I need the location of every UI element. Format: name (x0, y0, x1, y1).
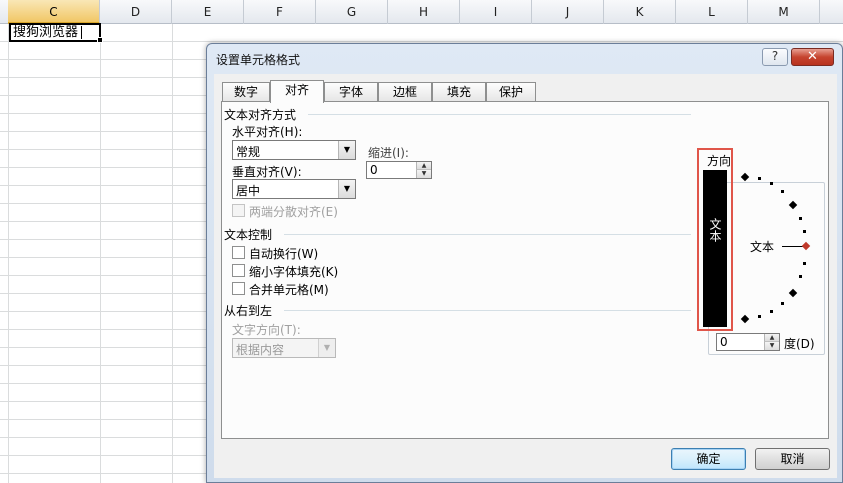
column-header-e[interactable]: E (172, 0, 244, 24)
vertical-align-label: 垂直对齐(V): (232, 165, 302, 179)
spin-up-icon[interactable]: ▲ (764, 334, 779, 342)
dial-dot (770, 310, 773, 313)
chevron-down-icon[interactable]: ▼ (338, 180, 355, 198)
spin-down-icon[interactable]: ▼ (764, 342, 779, 350)
degree-spinner[interactable]: 0 ▲ ▼ (716, 333, 780, 351)
chevron-down-icon[interactable]: ▼ (338, 141, 355, 159)
dial-dot (799, 275, 802, 278)
dial-dot (770, 182, 773, 185)
grid-line (172, 24, 173, 483)
chevron-down-icon[interactable]: ▼ (318, 339, 335, 357)
dial-marker (740, 172, 750, 182)
ok-button[interactable]: 确定 (671, 448, 746, 470)
spin-down-icon[interactable]: ▼ (416, 170, 431, 178)
dialog-title: 设置单元格格式 (216, 53, 301, 67)
help-button[interactable]: ? (762, 48, 788, 66)
indent-value: 0 (370, 163, 378, 177)
tab-font[interactable]: 字体 (324, 82, 378, 101)
column-header-i[interactable]: I (460, 0, 532, 24)
vertical-text-button[interactable]: 文本 (703, 170, 727, 327)
group-divider (284, 234, 691, 235)
tab-number[interactable]: 数字 (222, 82, 270, 101)
grid-line (100, 24, 101, 483)
group-text-control: 文本控制 (224, 228, 273, 242)
dial-dot (781, 190, 784, 193)
column-header-j[interactable]: J (532, 0, 604, 24)
grid-line (8, 24, 9, 483)
merge-cells-label: 合并单元格(M) (249, 283, 329, 297)
distributed-label: 两端分散对齐(E) (249, 205, 338, 219)
horizontal-align-label: 水平对齐(H): (232, 125, 303, 139)
dial-handle[interactable] (801, 241, 811, 251)
orientation-highlight: 方向 文本 (697, 148, 733, 331)
text-cursor (81, 26, 83, 39)
title-bar[interactable]: 设置单元格格式 ? ✕ (207, 44, 842, 72)
active-cell-c1[interactable]: 搜狗浏览器 (9, 23, 101, 42)
dial-dot (781, 302, 784, 305)
group-right-to-left: 从右到左 (224, 304, 273, 318)
dialog-client: 数字 对齐 字体 边框 填充 保护 文本对齐方式 水平对齐(H): 常规 ▼ 缩… (214, 74, 837, 478)
wrap-text-label: 自动换行(W) (249, 247, 319, 261)
group-divider (308, 114, 691, 115)
fill-handle[interactable] (97, 37, 103, 43)
text-direction-value: 根据内容 (236, 343, 285, 357)
degree-label: 度(D) (784, 337, 815, 351)
wrap-text-checkbox[interactable] (232, 246, 245, 259)
vertical-text-value: 文本 (708, 218, 722, 242)
dial-dot (799, 217, 802, 220)
degree-value: 0 (720, 335, 728, 349)
indent-label: 缩进(I): (368, 146, 409, 160)
horizontal-align-select[interactable]: 常规 ▼ (232, 140, 356, 160)
column-header-c[interactable]: C (8, 0, 100, 24)
alignment-panel: 文本对齐方式 水平对齐(H): 常规 ▼ 缩进(I): 0 ▲ ▼ 垂直对齐(V… (221, 101, 829, 439)
dial-dot (758, 177, 761, 180)
dial-dot (803, 262, 806, 265)
column-header-f[interactable]: F (244, 0, 316, 24)
column-header-m[interactable]: M (748, 0, 820, 24)
orientation-title: 方向 (707, 154, 732, 168)
group-divider (284, 310, 691, 311)
vertical-text-label: 文本 (703, 218, 727, 245)
column-header-d[interactable]: D (100, 0, 172, 24)
dial-text: 文本 (750, 240, 775, 254)
shrink-to-fit-label: 缩小字体填充(K) (249, 265, 339, 279)
dial-dot (803, 230, 806, 233)
tab-fill[interactable]: 填充 (432, 82, 486, 101)
tab-protection[interactable]: 保护 (486, 82, 536, 101)
vertical-align-value: 居中 (236, 184, 261, 198)
tab-alignment[interactable]: 对齐 (270, 80, 324, 103)
text-direction-select[interactable]: 根据内容 ▼ (232, 338, 336, 358)
column-header-h[interactable]: H (388, 0, 460, 24)
orientation-dial[interactable]: 文本 (736, 170, 826, 324)
vertical-align-select[interactable]: 居中 ▼ (232, 179, 356, 199)
column-header-l[interactable]: L (676, 0, 748, 24)
cancel-button[interactable]: 取消 (755, 448, 830, 470)
dial-marker (788, 288, 798, 298)
text-direction-label: 文字方向(T): (232, 323, 301, 337)
format-cells-dialog: 设置单元格格式 ? ✕ 数字 对齐 字体 边框 填充 保护 文本对齐方式 水平对… (206, 43, 843, 483)
dial-marker (788, 200, 798, 210)
distributed-checkbox[interactable] (232, 204, 245, 217)
column-header-g[interactable]: G (316, 0, 388, 24)
tab-border[interactable]: 边框 (378, 82, 432, 101)
shrink-to-fit-checkbox[interactable] (232, 264, 245, 277)
merge-cells-checkbox[interactable] (232, 282, 245, 295)
close-button[interactable]: ✕ (791, 48, 834, 66)
cell-value: 搜狗浏览器 (13, 25, 79, 40)
group-text-alignment: 文本对齐方式 (224, 108, 297, 122)
column-header-k[interactable]: K (604, 0, 676, 24)
column-header-row: C D E F G H I J K L M (0, 0, 843, 24)
dial-dot (758, 315, 761, 318)
dial-needle (782, 246, 804, 247)
spin-up-icon[interactable]: ▲ (416, 162, 431, 170)
indent-spinner[interactable]: 0 ▲ ▼ (366, 161, 432, 179)
horizontal-align-value: 常规 (236, 145, 261, 159)
